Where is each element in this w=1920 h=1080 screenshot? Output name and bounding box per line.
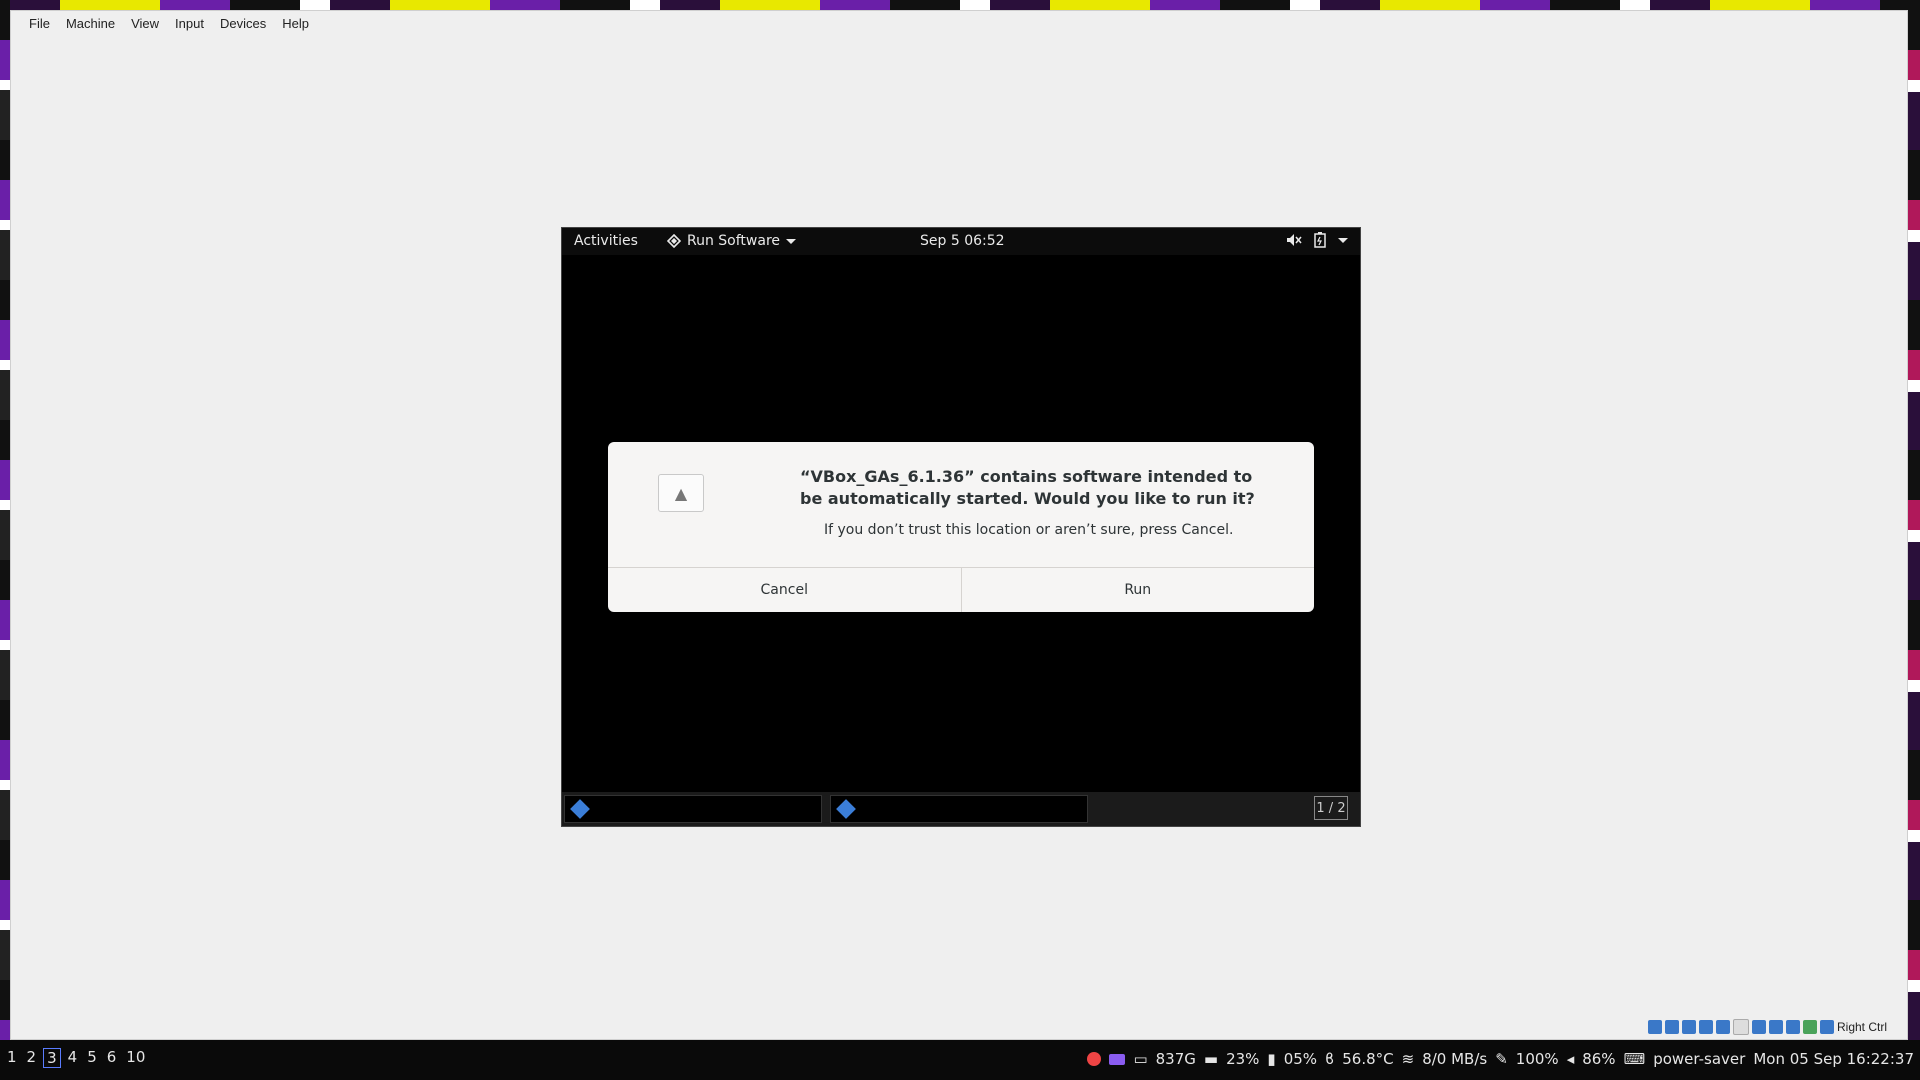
volume-icon: ◂ — [1566, 1050, 1575, 1068]
brightness-icon: ✎ — [1495, 1050, 1508, 1068]
workspace-6[interactable]: 6 — [104, 1048, 120, 1068]
host-wallpaper-right — [1908, 0, 1920, 1040]
folder-icon[interactable] — [1109, 1053, 1126, 1065]
host-status-modules: ▭ 837G ▬ 23% ▮ 05% ϐ 56.8°C ≋ 8/0 MB/s ✎ 100% … — [1087, 1050, 1914, 1068]
host-wallpaper-left — [0, 0, 10, 1040]
network-speed: 8/0 MB/s — [1422, 1050, 1488, 1068]
disk-usage: 837G — [1155, 1050, 1196, 1068]
memory-icon: ▬ — [1203, 1050, 1219, 1068]
vbox-menubar: File Machine View Input Devices Help — [11, 11, 1907, 35]
vbox-status-bar: Right Ctrl — [1647, 1019, 1887, 1035]
taskbar-item[interactable] — [830, 795, 1088, 823]
system-menu-chevron-icon — [1338, 237, 1348, 243]
mouse-integration-icon[interactable] — [1802, 1020, 1817, 1034]
keyboard-icon: ⌨ — [1623, 1050, 1646, 1068]
menu-machine[interactable]: Machine — [58, 16, 123, 31]
temperature: 56.8°C — [1342, 1050, 1394, 1068]
volume-muted-icon — [1287, 234, 1302, 246]
virtualbox-window: File Machine View Input Devices Help Act… — [10, 10, 1908, 1040]
brightness: 100% — [1515, 1050, 1559, 1068]
chevron-down-icon — [786, 238, 797, 244]
warning-icon: ▲ — [658, 474, 704, 512]
chrome-icon[interactable] — [1087, 1052, 1102, 1066]
network-icon[interactable] — [1698, 1020, 1713, 1034]
workspace-4[interactable]: 4 — [65, 1048, 81, 1068]
workspace-2[interactable]: 2 — [24, 1048, 40, 1068]
menu-view[interactable]: View — [123, 16, 167, 31]
menu-file[interactable]: File — [21, 16, 58, 31]
workspace-5[interactable]: 5 — [84, 1048, 100, 1068]
thermometer-icon: ϐ — [1325, 1050, 1335, 1068]
battery-icon — [1314, 232, 1326, 248]
run-software-icon — [667, 234, 681, 248]
run-button[interactable]: Run — [960, 568, 1315, 612]
taskbar-item[interactable] — [564, 795, 822, 823]
host-workspaces: 1 2 3 4 5 6 10 — [4, 1048, 148, 1068]
app-menu[interactable]: Run Software — [667, 233, 797, 249]
menu-devices[interactable]: Devices — [212, 16, 274, 31]
guest-taskbar: 1 / 2 — [562, 792, 1360, 826]
hard-disk-icon[interactable] — [1647, 1020, 1662, 1034]
usb-icon[interactable] — [1715, 1020, 1730, 1034]
workspace-1[interactable]: 1 — [4, 1048, 20, 1068]
gnome-clock[interactable]: Sep 5 06:52 — [920, 233, 1005, 249]
optical-drive-icon[interactable] — [1664, 1020, 1679, 1034]
menu-input[interactable]: Input — [167, 16, 212, 31]
cpu-icon[interactable] — [1785, 1020, 1800, 1034]
battery-percent: 05% — [1283, 1050, 1318, 1068]
host-status-bar: 1 2 3 4 5 6 10 ▭ 837G ▬ 23% ▮ 05% ϐ 56.8°C ≋… — [0, 1040, 1920, 1080]
recording-icon[interactable] — [1768, 1020, 1783, 1034]
dialog-button-row: Cancel Run — [608, 567, 1314, 612]
wifi-icon: ≋ — [1401, 1050, 1415, 1068]
cancel-button[interactable]: Cancel — [608, 568, 961, 612]
app-menu-label: Run Software — [687, 233, 781, 249]
guest-screen[interactable]: Activities Run Software Sep 5 06:52 ▲ “V… — [561, 227, 1361, 827]
volume[interactable]: 86% — [1582, 1050, 1615, 1068]
battery-small-icon: ▮ — [1267, 1050, 1276, 1068]
run-software-icon — [836, 799, 856, 819]
workspace-3[interactable]: 3 — [43, 1048, 61, 1068]
audio-icon[interactable] — [1681, 1020, 1696, 1034]
host-datetime: Mon 05 Sep 16:22:37 — [1753, 1050, 1914, 1068]
keyboard-capture-icon[interactable] — [1819, 1020, 1834, 1034]
power-profile[interactable]: power-saver — [1653, 1050, 1745, 1068]
workspace-10[interactable]: 10 — [123, 1048, 148, 1068]
autorun-dialog: ▲ “VBox_GAs_6.1.36” contains software in… — [608, 442, 1314, 612]
activities-button[interactable]: Activities — [574, 233, 638, 249]
disk-icon: ▭ — [1133, 1050, 1148, 1068]
workspace-pager[interactable]: 1 / 2 — [1314, 796, 1348, 820]
display-icon[interactable] — [1751, 1020, 1766, 1034]
dialog-heading: “VBox_GAs_6.1.36” contains software inte… — [800, 467, 1255, 508]
menu-help[interactable]: Help — [274, 16, 317, 31]
system-tray[interactable] — [1286, 232, 1348, 248]
gnome-top-bar: Activities Run Software Sep 5 06:52 — [562, 228, 1360, 255]
memory-usage: 23% — [1226, 1050, 1260, 1068]
dialog-subtext: If you don’t trust this location or aren… — [824, 522, 1234, 538]
shared-folders-icon[interactable] — [1732, 1019, 1749, 1035]
host-key-label: Right Ctrl — [1836, 1020, 1887, 1034]
run-software-icon — [570, 799, 590, 819]
